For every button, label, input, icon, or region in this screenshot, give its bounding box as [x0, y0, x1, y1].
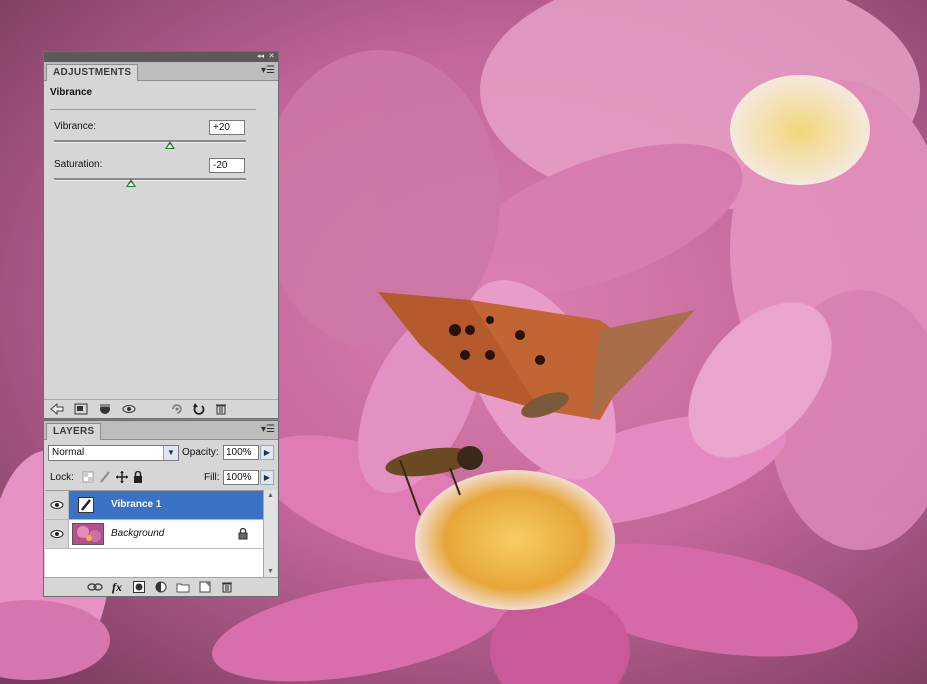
saturation-value-field[interactable]: -20 [209, 158, 245, 173]
panel-menu-icon[interactable]: ▾☰ [261, 65, 275, 76]
chevron-down-icon[interactable]: ▼ [163, 446, 178, 460]
lock-label: Lock: [50, 472, 74, 483]
layers-panel: LAYERS ▾☰ Normal ▼ Opacity: 100% ▶ Lock:… [43, 420, 279, 597]
new-group-icon[interactable] [174, 579, 192, 595]
clip-to-layer-icon[interactable] [72, 401, 90, 417]
trash-icon[interactable] [212, 401, 230, 417]
layers-footer: fx [44, 577, 278, 596]
reset-icon[interactable] [190, 401, 208, 417]
fill-label: Fill: [204, 472, 220, 483]
eye-icon[interactable] [45, 520, 69, 548]
opacity-label: Opacity: [182, 447, 219, 458]
new-layer-icon[interactable] [196, 579, 214, 595]
panel-titlebar[interactable]: ◂◂ ✕ [44, 52, 278, 62]
lock-all-icon[interactable] [133, 470, 143, 486]
vibrance-slider-thumb[interactable] [165, 141, 175, 149]
eye-icon[interactable] [45, 491, 69, 519]
back-arrow-icon[interactable] [48, 401, 66, 417]
link-layers-icon[interactable] [86, 579, 104, 595]
layer-row-background[interactable]: Background [45, 520, 263, 549]
vibrance-value-field[interactable]: +20 [209, 120, 245, 135]
saturation-label: Saturation: [54, 159, 103, 170]
fill-arrow-icon[interactable]: ▶ [260, 470, 274, 485]
adjustments-footer [44, 399, 278, 418]
adjustment-title: Vibrance [50, 87, 93, 98]
layer-row-vibrance[interactable]: Vibrance 1 [45, 491, 263, 520]
lock-options [82, 470, 143, 486]
trash-icon[interactable] [218, 579, 236, 595]
blend-mode-value: Normal [52, 447, 85, 458]
saturation-slider-track[interactable] [54, 178, 246, 181]
adjustments-panel: ◂◂ ✕ ADJUSTMENTS ▾☰ Vibrance Vibrance: +… [43, 51, 279, 419]
layers-scrollbar[interactable]: ▲ ▼ [263, 490, 277, 578]
new-adjustment-icon[interactable] [152, 579, 170, 595]
tab-strip: ADJUSTMENTS ▾☰ [44, 62, 278, 81]
fx-icon[interactable]: fx [108, 579, 126, 595]
add-mask-icon[interactable] [130, 579, 148, 595]
layer-thumbnail [72, 523, 104, 545]
lock-pixels-icon[interactable] [99, 471, 111, 486]
fill-field[interactable]: 100% [223, 470, 259, 485]
scroll-up-icon[interactable]: ▲ [264, 490, 277, 502]
close-icon[interactable]: ✕ [267, 53, 276, 61]
layer-name[interactable]: Vibrance 1 [111, 499, 161, 510]
collapse-icon[interactable]: ◂◂ [256, 53, 265, 61]
opacity-field[interactable]: 100% [223, 445, 259, 460]
saturation-slider-thumb[interactable] [126, 179, 136, 187]
tab-adjustments[interactable]: ADJUSTMENTS [46, 64, 139, 81]
opacity-arrow-icon[interactable]: ▶ [260, 445, 274, 460]
tab-strip: LAYERS ▾☰ [44, 421, 278, 440]
vibrance-label: Vibrance: [54, 121, 97, 132]
lock-transparent-icon[interactable] [82, 471, 94, 486]
vibrance-slider-track[interactable] [54, 140, 246, 143]
layer-visibility-icon[interactable] [96, 401, 114, 417]
adjustment-layer-icon [78, 497, 94, 516]
view-previous-state-icon[interactable] [168, 401, 186, 417]
lock-icon [238, 527, 248, 543]
layer-name[interactable]: Background [111, 528, 164, 539]
eye-icon[interactable] [120, 401, 138, 417]
divider [50, 109, 256, 110]
blend-mode-select[interactable]: Normal ▼ [48, 445, 179, 461]
panel-menu-icon[interactable]: ▾☰ [261, 424, 275, 435]
tab-layers[interactable]: LAYERS [46, 423, 102, 440]
lock-position-icon[interactable] [116, 471, 128, 486]
layer-list: Vibrance 1 Background [45, 490, 263, 579]
